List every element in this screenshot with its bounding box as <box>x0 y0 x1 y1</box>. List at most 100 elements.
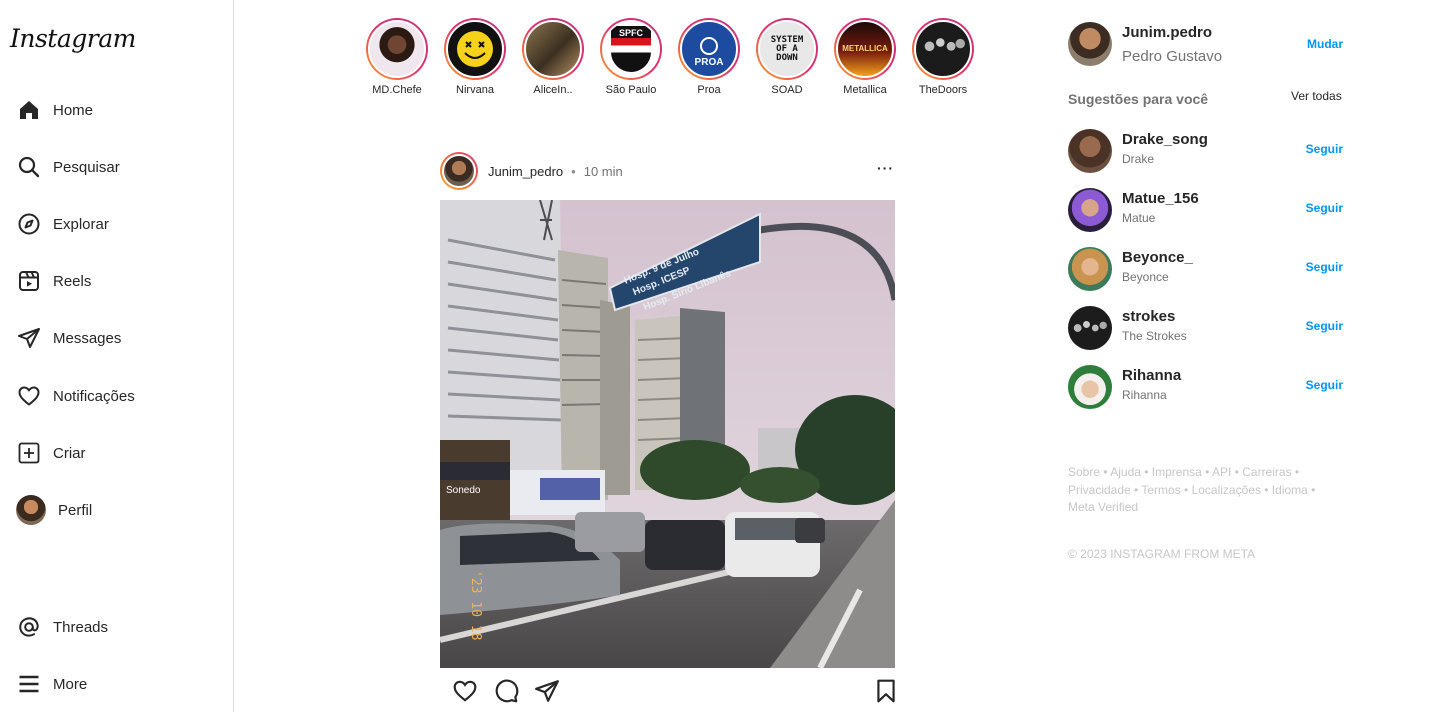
instagram-logo[interactable]: Instagram <box>10 24 136 53</box>
post-username[interactable]: Junim_pedro <box>488 164 563 179</box>
post-actions <box>452 678 898 706</box>
story-item[interactable]: PROA Proa <box>670 18 748 96</box>
sidebar-item-reels[interactable]: Reels <box>16 265 91 297</box>
follow-button[interactable]: Seguir <box>1306 201 1343 215</box>
story-item[interactable]: AliceIn.. <box>514 18 592 96</box>
story-avatar: SPFC <box>602 20 660 78</box>
story-avatar: PROA <box>680 20 738 78</box>
sidebar-item-search[interactable]: Pesquisar <box>16 151 120 183</box>
story-avatar <box>446 20 504 78</box>
reels-icon <box>16 268 42 294</box>
sidebar-item-label: Messages <box>53 329 122 347</box>
suggestion-name: Drake <box>1122 152 1155 166</box>
story-item[interactable]: METALLICA Metallica <box>826 18 904 96</box>
story-avatar <box>524 20 582 78</box>
suggestion-name: Matue <box>1122 211 1156 225</box>
story-ring: SPFC <box>600 18 662 80</box>
story-ring: METALLICA <box>834 18 896 80</box>
story-item[interactable]: TheDoors <box>904 18 982 96</box>
avatar[interactable] <box>1068 365 1112 409</box>
sidebar-item-home[interactable]: Home <box>16 94 93 126</box>
follow-button[interactable]: Seguir <box>1306 260 1343 274</box>
story-avatar <box>914 20 972 78</box>
sidebar-item-label: Home <box>53 101 94 119</box>
post-avatar[interactable] <box>440 152 478 190</box>
suggestion-username[interactable]: Drake_song <box>1122 131 1208 148</box>
sidebar-item-messages[interactable]: Messages <box>16 322 121 354</box>
avatar[interactable] <box>1068 129 1112 173</box>
sidebar-item-label: Reels <box>53 272 92 290</box>
share-icon[interactable] <box>534 678 560 704</box>
sidebar: Instagram Home Pesquisar Explorar Reels … <box>0 0 234 712</box>
menu-icon <box>16 671 42 697</box>
follow-button[interactable]: Seguir <box>1306 378 1343 392</box>
suggestion-username[interactable]: Rihanna <box>1122 367 1181 384</box>
story-badge: SYSTEM OF A DOWN <box>770 34 804 63</box>
footer-links-line[interactable]: Privacidade • Termos • Localizações • Id… <box>1068 482 1328 500</box>
suggestion-name: Rihanna <box>1122 388 1167 402</box>
avatar[interactable] <box>1068 22 1112 66</box>
story-item[interactable]: SPFC São Paulo <box>592 18 670 96</box>
suggestion-item: Rihanna Rihanna Seguir <box>1068 365 1343 409</box>
stories-tray: MD.Chefe Nirvana AliceIn.. SPFC São Paul… <box>358 18 982 96</box>
avatar[interactable] <box>1068 247 1112 291</box>
post-image[interactable]: Sonedo Hosp. 9 de Julho Hosp. ICESP Hosp… <box>440 200 895 668</box>
search-icon <box>16 154 42 180</box>
see-all-link[interactable]: Ver todas <box>1291 89 1342 103</box>
story-item[interactable]: Nirvana <box>436 18 514 96</box>
sidebar-item-explore[interactable]: Explorar <box>16 208 109 240</box>
send-icon <box>16 325 42 351</box>
heart-icon <box>16 383 42 409</box>
sidebar-item-profile[interactable]: Perfil <box>16 494 92 526</box>
sidebar-item-label: Explorar <box>53 215 109 233</box>
compass-icon <box>16 211 42 237</box>
sidebar-item-notifications[interactable]: Notificações <box>16 380 135 412</box>
story-ring <box>444 18 506 80</box>
sidebar-item-threads[interactable]: Threads <box>16 611 108 643</box>
suggestion-item: strokes The Strokes Seguir <box>1068 306 1343 350</box>
comment-icon[interactable] <box>493 678 519 704</box>
suggestion-name: Beyonce <box>1122 270 1169 284</box>
current-user: Junim.pedro Pedro Gustavo Mudar <box>1068 20 1343 66</box>
sidebar-item-label: Notificações <box>53 387 135 405</box>
story-ring <box>912 18 974 80</box>
sidebar-item-create[interactable]: Criar <box>16 437 86 469</box>
more-options-icon[interactable]: ··· <box>877 160 894 176</box>
story-name: Nirvana <box>456 84 494 96</box>
sidebar-item-label: Criar <box>53 444 86 462</box>
sidebar-item-label: More <box>53 675 88 693</box>
story-item[interactable]: MD.Chefe <box>358 18 436 96</box>
suggestion-item: Matue_156 Matue Seguir <box>1068 188 1343 232</box>
footer-links-line[interactable]: Sobre • Ajuda • Imprensa • API • Carreir… <box>1068 464 1328 482</box>
story-item[interactable]: SYSTEM OF A DOWN SOAD <box>748 18 826 96</box>
switch-account-button[interactable]: Mudar <box>1307 37 1343 51</box>
footer-links-line[interactable]: Meta Verified <box>1068 499 1328 517</box>
avatar[interactable] <box>1068 306 1112 350</box>
follow-button[interactable]: Seguir <box>1306 142 1343 156</box>
sidebar-item-more[interactable]: More <box>16 668 87 700</box>
avatar[interactable] <box>1068 188 1112 232</box>
sidebar-item-label: Threads <box>53 618 109 636</box>
story-ring <box>366 18 428 80</box>
footer-links: Sobre • Ajuda • Imprensa • API • Carreir… <box>1068 464 1328 517</box>
store-sign: Sonedo <box>446 485 481 496</box>
bookmark-icon[interactable] <box>873 678 899 704</box>
story-name: AliceIn.. <box>533 84 573 96</box>
suggestion-item: Drake_song Drake Seguir <box>1068 129 1343 173</box>
story-avatar: METALLICA <box>836 20 894 78</box>
story-name: Proa <box>697 84 721 96</box>
story-name: SOAD <box>771 84 803 96</box>
like-heart-icon[interactable] <box>452 678 478 704</box>
current-username[interactable]: Junim.pedro <box>1122 24 1212 41</box>
threads-icon <box>16 614 42 640</box>
suggestion-username[interactable]: Beyonce_ <box>1122 249 1193 266</box>
team-crest: SPFC <box>611 26 651 72</box>
story-name: Metallica <box>843 84 887 96</box>
suggestion-username[interactable]: Matue_156 <box>1122 190 1199 207</box>
separator-dot: • <box>571 163 576 179</box>
suggestion-name: The Strokes <box>1122 329 1187 343</box>
story-name: TheDoors <box>918 84 968 96</box>
suggestion-username[interactable]: strokes <box>1122 308 1175 325</box>
follow-button[interactable]: Seguir <box>1306 319 1343 333</box>
post-time: 10 min <box>583 163 623 179</box>
